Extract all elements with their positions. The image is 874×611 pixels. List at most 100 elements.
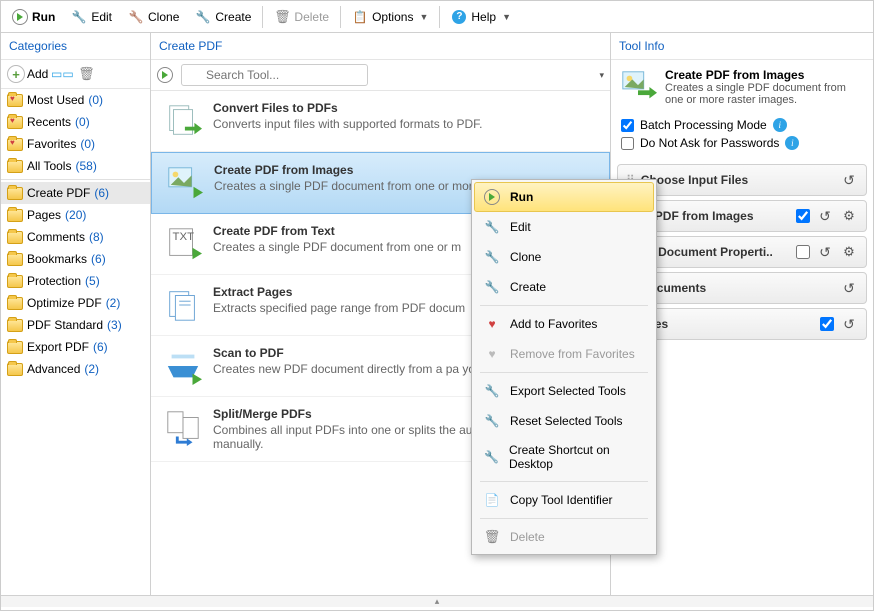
tool-info-header: Tool Info xyxy=(611,33,873,60)
category-count: (6) xyxy=(91,252,106,266)
context-menu-item: ♥Remove from Favorites xyxy=(474,339,654,369)
folder-icon xyxy=(7,187,23,200)
tool-icon: TXT xyxy=(163,224,203,264)
search-input[interactable] xyxy=(181,64,368,86)
tool-icon xyxy=(163,101,203,141)
tool-item[interactable]: Convert Files to PDFsConverts input file… xyxy=(151,91,610,152)
context-menu-label: Add to Favorites xyxy=(510,317,597,331)
run-button[interactable]: Run xyxy=(5,5,62,29)
separator xyxy=(340,6,341,28)
folder-icon xyxy=(7,319,23,332)
category-item[interactable]: Advanced (2) xyxy=(1,358,150,380)
category-item[interactable]: Favorites (0) xyxy=(1,133,150,155)
create-button[interactable]: Create xyxy=(188,5,258,29)
undo-icon[interactable] xyxy=(840,279,858,297)
step-checkbox[interactable] xyxy=(820,317,834,331)
category-item[interactable]: Bookmarks (6) xyxy=(1,248,150,270)
context-menu-item[interactable]: Run xyxy=(474,182,654,212)
category-count: (2) xyxy=(106,296,121,310)
wrench-icon xyxy=(128,9,144,25)
category-item[interactable]: Optimize PDF (2) xyxy=(1,292,150,314)
options-button[interactable]: 📋Options▼ xyxy=(345,5,435,29)
category-item[interactable]: All Tools (58) xyxy=(1,155,150,177)
context-menu-item[interactable]: Create xyxy=(474,272,654,302)
category-label: Most Used xyxy=(27,93,84,107)
run-icon xyxy=(484,189,500,205)
wrench-plus-icon xyxy=(195,9,211,25)
gear-icon[interactable] xyxy=(840,207,858,225)
category-item[interactable]: PDF Standard (3) xyxy=(1,314,150,336)
categories-list: Most Used (0)Recents (0)Favorites (0)All… xyxy=(1,89,150,595)
noask-checkbox[interactable] xyxy=(621,137,634,150)
undo-icon[interactable] xyxy=(816,243,834,261)
context-menu-item[interactable]: Export Selected Tools xyxy=(474,376,654,406)
category-item[interactable]: Protection (5) xyxy=(1,270,150,292)
chevron-down-icon: ▼ xyxy=(502,12,511,22)
folder-icon xyxy=(7,231,23,244)
run-icon[interactable] xyxy=(157,67,173,83)
undo-icon[interactable] xyxy=(840,171,858,189)
category-count: (20) xyxy=(65,208,86,222)
step-checkbox[interactable] xyxy=(796,245,810,259)
batch-mode-option[interactable]: Batch Processing Modei xyxy=(621,116,863,134)
category-item[interactable]: Export PDF (6) xyxy=(1,336,150,358)
category-label: PDF Standard xyxy=(27,318,103,332)
context-menu-label: Edit xyxy=(510,220,531,234)
gear-icon[interactable] xyxy=(840,243,858,261)
step-label: Choose Input Files xyxy=(641,173,834,187)
category-label: Favorites xyxy=(27,137,76,151)
context-menu-item[interactable]: Reset Selected Tools xyxy=(474,406,654,436)
context-menu-item[interactable]: Edit xyxy=(474,212,654,242)
main-toolbar: Run Edit Clone Create Delete 📋Options▼ H… xyxy=(1,1,873,33)
category-label: Create PDF xyxy=(27,186,90,200)
folder-icon xyxy=(7,253,23,266)
help-button[interactable]: Help▼ xyxy=(444,5,518,29)
context-menu-item[interactable]: ♥Add to Favorites xyxy=(474,309,654,339)
category-label: Advanced xyxy=(27,362,80,376)
category-item[interactable]: Pages (20) xyxy=(1,204,150,226)
category-item[interactable]: Recents (0) xyxy=(1,111,150,133)
step-label: ge Document Properti.. xyxy=(641,245,790,259)
noask-option[interactable]: Do Not Ask for Passwordsi xyxy=(621,134,863,152)
context-menu-item[interactable]: Clone xyxy=(474,242,654,272)
step-checkbox[interactable] xyxy=(796,209,810,223)
edit-button[interactable]: Edit xyxy=(64,5,119,29)
wrench-icon xyxy=(485,414,500,428)
category-item[interactable]: Create PDF (6) xyxy=(1,182,150,204)
wrench-icon xyxy=(485,280,500,294)
info-icon[interactable]: i xyxy=(785,136,799,150)
context-menu-item[interactable]: 📄Copy Tool Identifier xyxy=(474,485,654,515)
category-item[interactable]: Most Used (0) xyxy=(1,89,150,111)
chevron-down-icon[interactable]: ▾ xyxy=(599,70,604,81)
batch-checkbox[interactable] xyxy=(621,119,634,132)
trash-icon xyxy=(484,529,501,545)
clone-button[interactable]: Clone xyxy=(121,5,186,29)
wrench-icon xyxy=(485,250,500,264)
folder-icon xyxy=(7,116,23,129)
separator xyxy=(439,6,440,28)
context-menu-item: Delete xyxy=(474,522,654,552)
folder-icon xyxy=(7,297,23,310)
context-menu-label: Export Selected Tools xyxy=(510,384,626,398)
wrench-icon xyxy=(71,9,87,25)
context-menu-label: Delete xyxy=(510,530,545,544)
folder-icon xyxy=(7,275,23,288)
undo-icon[interactable] xyxy=(816,207,834,225)
category-count: (0) xyxy=(80,137,95,151)
delete-button[interactable]: Delete xyxy=(267,5,336,29)
category-count: (6) xyxy=(94,186,109,200)
options-icon: 📋 xyxy=(352,9,368,25)
category-tool-icon[interactable]: ▭▭ xyxy=(52,64,72,84)
folder-icon xyxy=(7,363,23,376)
undo-icon[interactable] xyxy=(840,315,858,333)
context-menu-label: Reset Selected Tools xyxy=(510,414,623,428)
tool-info-desc: Creates a single PDF document from one o… xyxy=(665,82,865,106)
context-menu-label: Copy Tool Identifier xyxy=(510,493,613,507)
svg-text:TXT: TXT xyxy=(173,231,195,243)
folder-icon xyxy=(7,341,23,354)
info-icon[interactable]: i xyxy=(773,118,787,132)
context-menu-item[interactable]: Create Shortcut on Desktop xyxy=(474,436,654,478)
category-item[interactable]: Comments (8) xyxy=(1,226,150,248)
add-category-button[interactable]: +Add xyxy=(7,65,48,83)
delete-category-icon[interactable] xyxy=(76,64,96,84)
